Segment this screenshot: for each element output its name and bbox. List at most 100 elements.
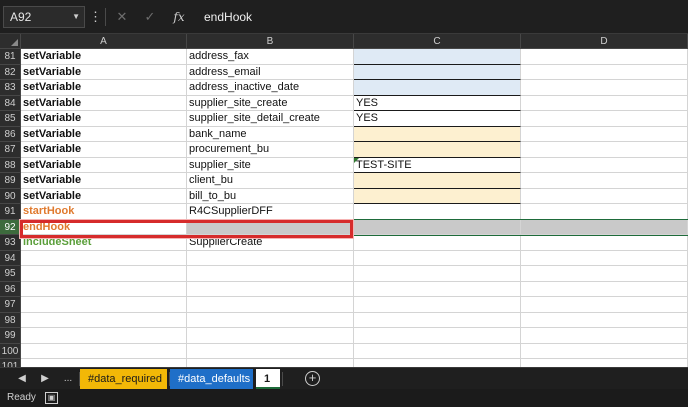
column-header-d[interactable]: D [521, 34, 688, 49]
row-header[interactable]: 85 [0, 111, 21, 127]
cell-d-row[interactable] [521, 111, 688, 127]
row-header[interactable]: 87 [0, 142, 21, 158]
row-header[interactable]: 88 [0, 157, 21, 173]
cell-d-row[interactable] [521, 297, 688, 313]
cell-c-row[interactable] [354, 281, 521, 297]
cell-c-row[interactable] [354, 235, 521, 251]
cell-d-row[interactable] [521, 250, 688, 266]
cell-d-row[interactable] [521, 328, 688, 344]
next-sheet-icon[interactable]: ▶ [38, 368, 52, 390]
cell-b-row[interactable]: bill_to_bu [187, 188, 354, 204]
cell-a-row[interactable]: setVariable [21, 142, 187, 158]
cell-c-row[interactable] [354, 80, 521, 96]
cell-b-row[interactable] [187, 219, 354, 235]
cell-a-row[interactable]: startHook [21, 204, 187, 220]
cell-a-row[interactable] [21, 328, 187, 344]
cell-a-row[interactable] [21, 281, 187, 297]
cell-b-row[interactable] [187, 343, 354, 359]
cell-c-row[interactable] [354, 142, 521, 158]
cell-c-row[interactable] [354, 312, 521, 328]
cell-d-row[interactable] [521, 64, 688, 80]
cell-a-row[interactable] [21, 359, 187, 367]
chevron-down-icon[interactable]: ▼ [72, 7, 80, 27]
cell-c-row[interactable] [354, 219, 521, 235]
cell-c-row[interactable] [354, 266, 521, 282]
cell-d-row[interactable] [521, 157, 688, 173]
cell-b-row[interactable]: supplier_site_create [187, 95, 354, 111]
row-header[interactable]: 95 [0, 266, 21, 282]
row-header[interactable]: 96 [0, 281, 21, 297]
row-header[interactable]: 98 [0, 312, 21, 328]
row-header[interactable]: 99 [0, 328, 21, 344]
cell-d-row[interactable] [521, 343, 688, 359]
row-header[interactable]: 92 [0, 219, 21, 235]
cell-d-row[interactable] [521, 49, 688, 65]
cell-c-row[interactable] [354, 359, 521, 367]
cell-d-row[interactable] [521, 80, 688, 96]
cell-d-row[interactable] [521, 359, 688, 367]
cell-d-row[interactable] [521, 281, 688, 297]
select-all-corner[interactable] [0, 34, 21, 49]
row-header[interactable]: 100 [0, 343, 21, 359]
cell-c-row[interactable] [354, 204, 521, 220]
cell-c-row[interactable] [354, 250, 521, 266]
cell-b-row[interactable] [187, 281, 354, 297]
cell-b-row[interactable]: R4CSupplierDFF [187, 204, 354, 220]
tab-sheet-1[interactable]: 1 [256, 369, 280, 389]
cell-d-row[interactable] [521, 173, 688, 189]
cell-c-row[interactable] [354, 126, 521, 142]
column-header-a[interactable]: A [21, 34, 187, 49]
cell-a-row[interactable] [21, 266, 187, 282]
cell-d-row[interactable] [521, 142, 688, 158]
cell-d-row[interactable] [521, 95, 688, 111]
cell-b-row[interactable]: SupplierCreate [187, 235, 354, 251]
cell-d-row[interactable] [521, 312, 688, 328]
cell-c-row[interactable] [354, 188, 521, 204]
cell-d-row[interactable] [521, 266, 688, 282]
cell-a-row[interactable]: setVariable [21, 188, 187, 204]
cell-a-row[interactable] [21, 343, 187, 359]
cell-b-row[interactable] [187, 312, 354, 328]
cell-b-row[interactable]: supplier_site [187, 157, 354, 173]
row-header[interactable]: 90 [0, 188, 21, 204]
row-header[interactable]: 93 [0, 235, 21, 251]
cell-c-row[interactable]: YES [354, 111, 521, 127]
enter-icon[interactable]: ✓ [142, 7, 158, 27]
cell-d-row[interactable] [521, 188, 688, 204]
cell-a-row[interactable] [21, 250, 187, 266]
cell-d-row[interactable] [521, 126, 688, 142]
cell-c-row[interactable]: TEST-SITE [354, 157, 521, 173]
cell-a-row[interactable]: setVariable [21, 95, 187, 111]
row-header[interactable]: 101 [0, 359, 21, 367]
cell-c-row[interactable] [354, 343, 521, 359]
cell-b-row[interactable] [187, 266, 354, 282]
cell-a-row[interactable]: setVariable [21, 157, 187, 173]
cell-d-row[interactable] [521, 219, 688, 235]
cell-b-row[interactable] [187, 250, 354, 266]
row-header[interactable]: 82 [0, 64, 21, 80]
more-sheets-button[interactable]: ... [59, 368, 77, 390]
row-header[interactable]: 84 [0, 95, 21, 111]
cell-d-row[interactable] [521, 204, 688, 220]
cell-b-row[interactable]: supplier_site_detail_create [187, 111, 354, 127]
cell-c-row[interactable] [354, 297, 521, 313]
column-header-c[interactable]: C [354, 34, 521, 49]
formula-input[interactable]: endHook [204, 7, 252, 27]
function-icon[interactable]: fx [170, 7, 188, 27]
accessibility-icon[interactable]: ▣ [45, 392, 58, 404]
column-header-b[interactable]: B [187, 34, 354, 49]
row-header[interactable]: 86 [0, 126, 21, 142]
cell-b-row[interactable]: bank_name [187, 126, 354, 142]
cell-b-row[interactable] [187, 328, 354, 344]
tab-data-required[interactable]: #data_required [80, 369, 167, 389]
cell-a-row[interactable]: setVariable [21, 80, 187, 96]
row-header[interactable]: 91 [0, 204, 21, 220]
cell-c-row[interactable] [354, 328, 521, 344]
row-header[interactable]: 97 [0, 297, 21, 313]
cell-b-row[interactable]: address_email [187, 64, 354, 80]
cell-c-row[interactable] [354, 173, 521, 189]
row-header[interactable]: 81 [0, 49, 21, 65]
more-options-icon[interactable]: ⋮ [89, 7, 102, 27]
name-box[interactable]: A92 ▼ [3, 6, 85, 28]
row-header[interactable]: 83 [0, 80, 21, 96]
